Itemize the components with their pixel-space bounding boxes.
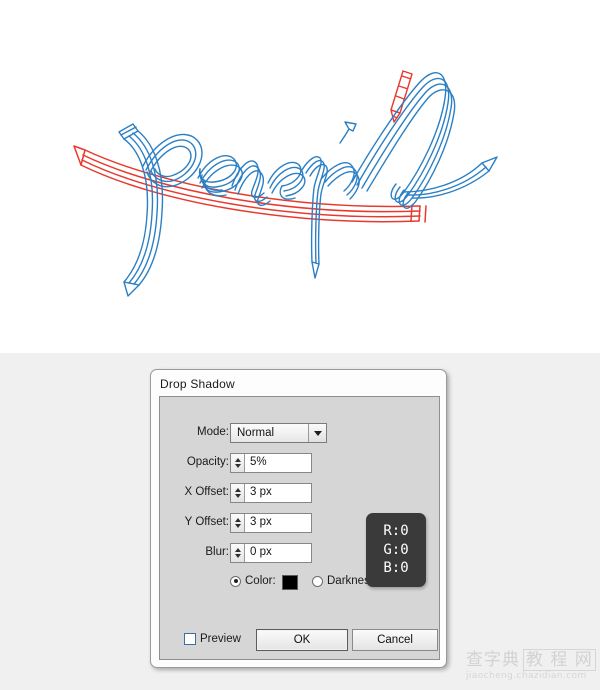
color-radio-label: Color: (245, 575, 276, 587)
y-offset-input[interactable]: 3 px (230, 513, 312, 533)
x-offset-value: 3 px (250, 486, 272, 499)
blur-input[interactable]: 0 px (230, 543, 312, 563)
y-offset-stepper-icon[interactable] (231, 514, 245, 532)
x-offset-input[interactable]: 3 px (230, 483, 312, 503)
rgb-green-value: G:0 (383, 541, 409, 558)
blue-script-lettering (118, 72, 498, 297)
rgb-blue-value: B:0 (383, 560, 409, 577)
artwork-canvas (0, 0, 600, 353)
blur-value: 0 px (250, 546, 272, 559)
opacity-label: Opacity: (186, 456, 229, 468)
opacity-stepper-icon[interactable] (231, 454, 245, 472)
pencil-lettering-illustration (73, 70, 498, 297)
cancel-button[interactable]: Cancel (352, 629, 438, 651)
mode-value: Normal (237, 427, 275, 439)
preview-label: Preview (200, 633, 241, 645)
dialog-title: Drop Shadow (160, 377, 235, 391)
radio-unselected-icon (312, 575, 323, 587)
checkbox-icon (184, 633, 196, 645)
y-offset-label: Y Offset: (184, 516, 229, 528)
rgb-value-tooltip: R:0 G:0 B:0 (366, 513, 426, 587)
opacity-input[interactable]: 5% (230, 453, 312, 473)
mode-select[interactable]: Normal (230, 423, 327, 443)
preview-checkbox[interactable]: Preview (184, 633, 241, 645)
rgb-red-value: R:0 (383, 522, 409, 539)
color-radio[interactable]: Color: (230, 575, 276, 587)
x-offset-stepper-icon[interactable] (231, 484, 245, 502)
x-offset-row: X Offset: 3 px (160, 483, 441, 503)
x-offset-label: X Offset: (184, 486, 229, 498)
opacity-row: Opacity: 5% (160, 453, 441, 473)
radio-selected-icon (230, 575, 241, 587)
mode-row: Mode: Normal (160, 423, 441, 443)
ok-button[interactable]: OK (256, 629, 348, 651)
y-offset-value: 3 px (250, 516, 272, 529)
blur-label: Blur: (205, 546, 229, 558)
blur-stepper-icon[interactable] (231, 544, 245, 562)
opacity-value: 5% (250, 456, 267, 469)
mode-label: Mode: (197, 426, 229, 438)
chevron-down-icon[interactable] (308, 424, 326, 442)
color-swatch[interactable] (282, 575, 298, 590)
dialog-button-bar: Preview OK Cancel (160, 629, 441, 653)
